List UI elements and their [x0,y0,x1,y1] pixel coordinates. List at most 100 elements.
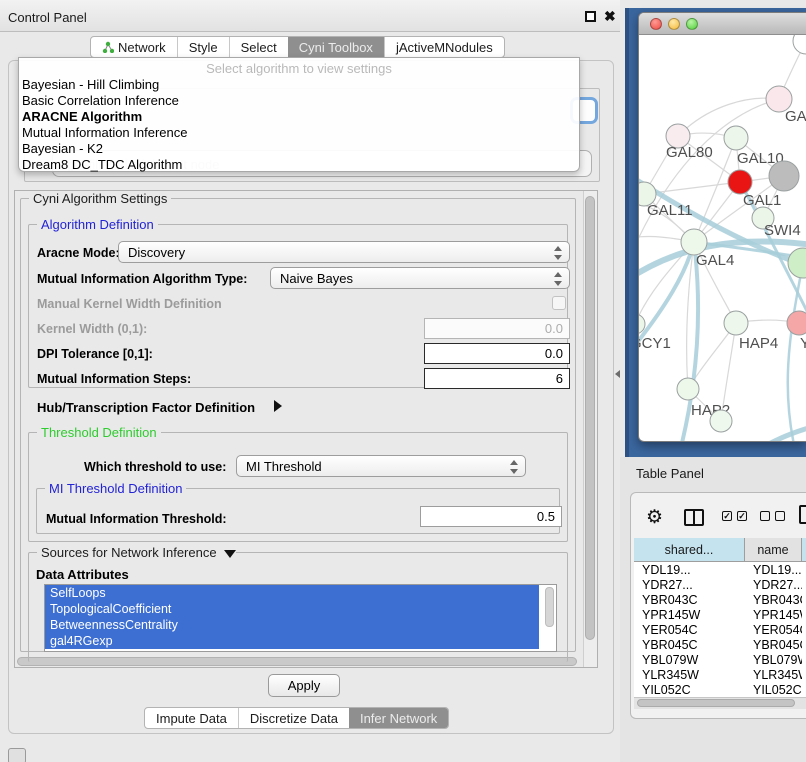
table-cell: 13 [802,562,806,577]
network-node[interactable] [769,161,799,191]
attribute-item-0[interactable]: SelfLoops [45,585,539,601]
close-icon[interactable]: ✖ [604,8,616,25]
control-panel-title: Control Panel [8,10,87,25]
tab-jactivemnodules[interactable]: jActiveMNodules [384,37,504,57]
aracne-mode-combo[interactable]: Discovery [118,241,570,263]
document-icon[interactable] [799,505,806,524]
network-view-window[interactable]: GALGAL80GAL10GAL1GAL11SWI4GAL4GCY1HAP4YH… [638,12,806,442]
network-window-titlebar[interactable] [639,13,806,35]
node-label-gal80: GAL80 [666,144,713,161]
kernel-width-field[interactable]: 0.0 [424,318,570,339]
collapse-down-icon[interactable] [224,550,236,558]
mi-steps-field[interactable]: 6 [424,368,570,389]
table-cell: YPR145W [745,607,802,622]
checked-column-icon[interactable]: ✓ [737,511,747,521]
table-column-header-2[interactable]: A [802,538,806,561]
table-row[interactable]: YIL052CYIL052C9 [634,682,806,697]
table-column-header-0[interactable]: shared... [634,538,745,561]
attribute-item-2[interactable]: BetweennessCentrality [45,617,539,633]
data-attributes-list[interactable]: SelfLoopsTopologicalCoefficientBetweenne… [44,584,557,652]
table-cell: 12 [802,577,806,592]
unchecked-column-icon[interactable] [775,511,785,521]
table-row[interactable]: YPR145WYPR145W9. [634,607,806,622]
mi-algorithm-type-combo[interactable]: Naive Bayes [270,267,570,289]
manual-kernel-width-checkbox[interactable] [552,296,566,310]
tab-network[interactable]: Network [91,37,177,57]
network-graph[interactable]: GALGAL80GAL10GAL1GAL11SWI4GAL4GCY1HAP4YH… [639,35,806,442]
table-row[interactable]: YLR345WYLR345W9. [634,667,806,682]
dpi-tolerance-field[interactable]: 0.0 [424,343,570,364]
table-row[interactable]: YBL079WYBL079W [634,652,806,667]
node-label-hap4: HAP4 [739,335,778,352]
tab-label: Style [189,40,218,55]
mi-algorithm-type-label: Mutual Information Algorithm Type: [37,272,247,286]
table-cell: 9. [802,607,806,622]
network-node-y[interactable] [787,311,806,335]
tab-select[interactable]: Select [229,37,288,57]
unchecked-column-icon[interactable] [760,511,770,521]
bottom-tabbar: Impute Data Discretize DataInfer Network [144,707,449,729]
table-cell: YER054C [745,622,802,637]
mac-close-icon[interactable] [650,18,662,30]
table-horizontal-scrollbar-thumb[interactable] [637,699,795,707]
tab-infer-network[interactable]: Infer Network [349,708,448,728]
tab-discretize-data[interactable]: Discretize Data [238,708,349,728]
tab-label: Impute Data [156,711,227,726]
expand-right-icon[interactable] [274,400,282,412]
tab-impute-data[interactable]: Impute Data [145,708,238,728]
table-row[interactable]: YDR27...YDR27...12 [634,577,806,592]
checked-column-icon[interactable]: ✓ [722,511,732,521]
table-cell: YER054C [634,622,745,637]
table-cell: YBR043C [634,592,745,607]
algorithm-option-4[interactable]: Bayesian - K2 [22,141,103,156]
node-label-gal: GAL [785,108,806,125]
attribute-item-3[interactable]: gal4RGexp [45,633,539,649]
float-window-icon[interactable] [585,11,596,22]
hub-definition-label[interactable]: Hub/Transcription Factor Definition [37,400,255,415]
network-node[interactable] [793,35,806,54]
dpi-tolerance-label: DPI Tolerance [0,1]: [37,347,153,361]
control-panel-titlebar [0,0,620,32]
cyni-algorithm-settings-legend: Cyni Algorithm Settings [29,191,171,206]
mac-minimize-icon[interactable] [668,18,680,30]
table-column-header-1[interactable]: name [745,538,802,561]
which-threshold-label: Which threshold to use: [84,460,226,474]
network-node-gal1[interactable] [728,170,752,194]
threshold-definition-legend: Threshold Definition [37,425,161,440]
tab-cyni-toolbox[interactable]: Cyni Toolbox [288,37,384,57]
tab-label: jActiveMNodules [396,40,493,55]
table-row[interactable]: YBR045CYBR045C9. [634,637,806,652]
table-row[interactable]: YER054CYER054C8. [634,622,806,637]
mac-zoom-icon[interactable] [686,18,698,30]
split-pane-collapse-icon[interactable] [615,370,620,378]
algorithm-option-1[interactable]: Basic Correlation Inference [22,93,179,108]
which-threshold-value: MI Threshold [246,459,322,474]
network-node-hap2[interactable] [677,378,699,400]
table-cell: YIL052C [634,682,745,697]
network-node-hap4[interactable] [724,311,748,335]
node-table[interactable]: shared...nameA YDL19...YDL19...13YDR27..… [634,538,806,700]
gear-icon[interactable]: ⚙ [646,506,663,529]
table-row[interactable]: YDL19...YDL19...13 [634,562,806,577]
network-node[interactable] [788,248,806,278]
which-threshold-combo[interactable]: MI Threshold [236,455,526,477]
node-label-gcy1: GCY1 [639,335,671,352]
minimized-panel-icon[interactable] [8,748,26,762]
split-columns-icon[interactable] [684,509,704,526]
network-node-gal10[interactable] [724,126,748,150]
algorithm-option-0[interactable]: Bayesian - Hill Climbing [22,77,159,92]
algorithm-option-5[interactable]: Dream8 DC_TDC Algorithm [22,157,182,172]
network-node[interactable] [710,410,732,432]
tab-style[interactable]: Style [177,37,229,57]
attributes-scrollbar-thumb[interactable] [545,587,554,627]
node-label-gal1: GAL1 [743,192,781,209]
apply-button[interactable]: Apply [268,674,340,697]
attribute-item-1[interactable]: TopologicalCoefficient [45,601,539,617]
table-cell: YDR27... [745,577,802,592]
algorithm-option-2[interactable]: ARACNE Algorithm [22,109,142,124]
algorithm-option-3[interactable]: Mutual Information Inference [22,125,187,140]
node-label-y: Y [800,335,806,352]
mi-threshold-field[interactable]: 0.5 [420,506,562,527]
table-row[interactable]: YBR043CYBR043C [634,592,806,607]
settings-vertical-scrollbar-thumb[interactable] [585,196,595,640]
